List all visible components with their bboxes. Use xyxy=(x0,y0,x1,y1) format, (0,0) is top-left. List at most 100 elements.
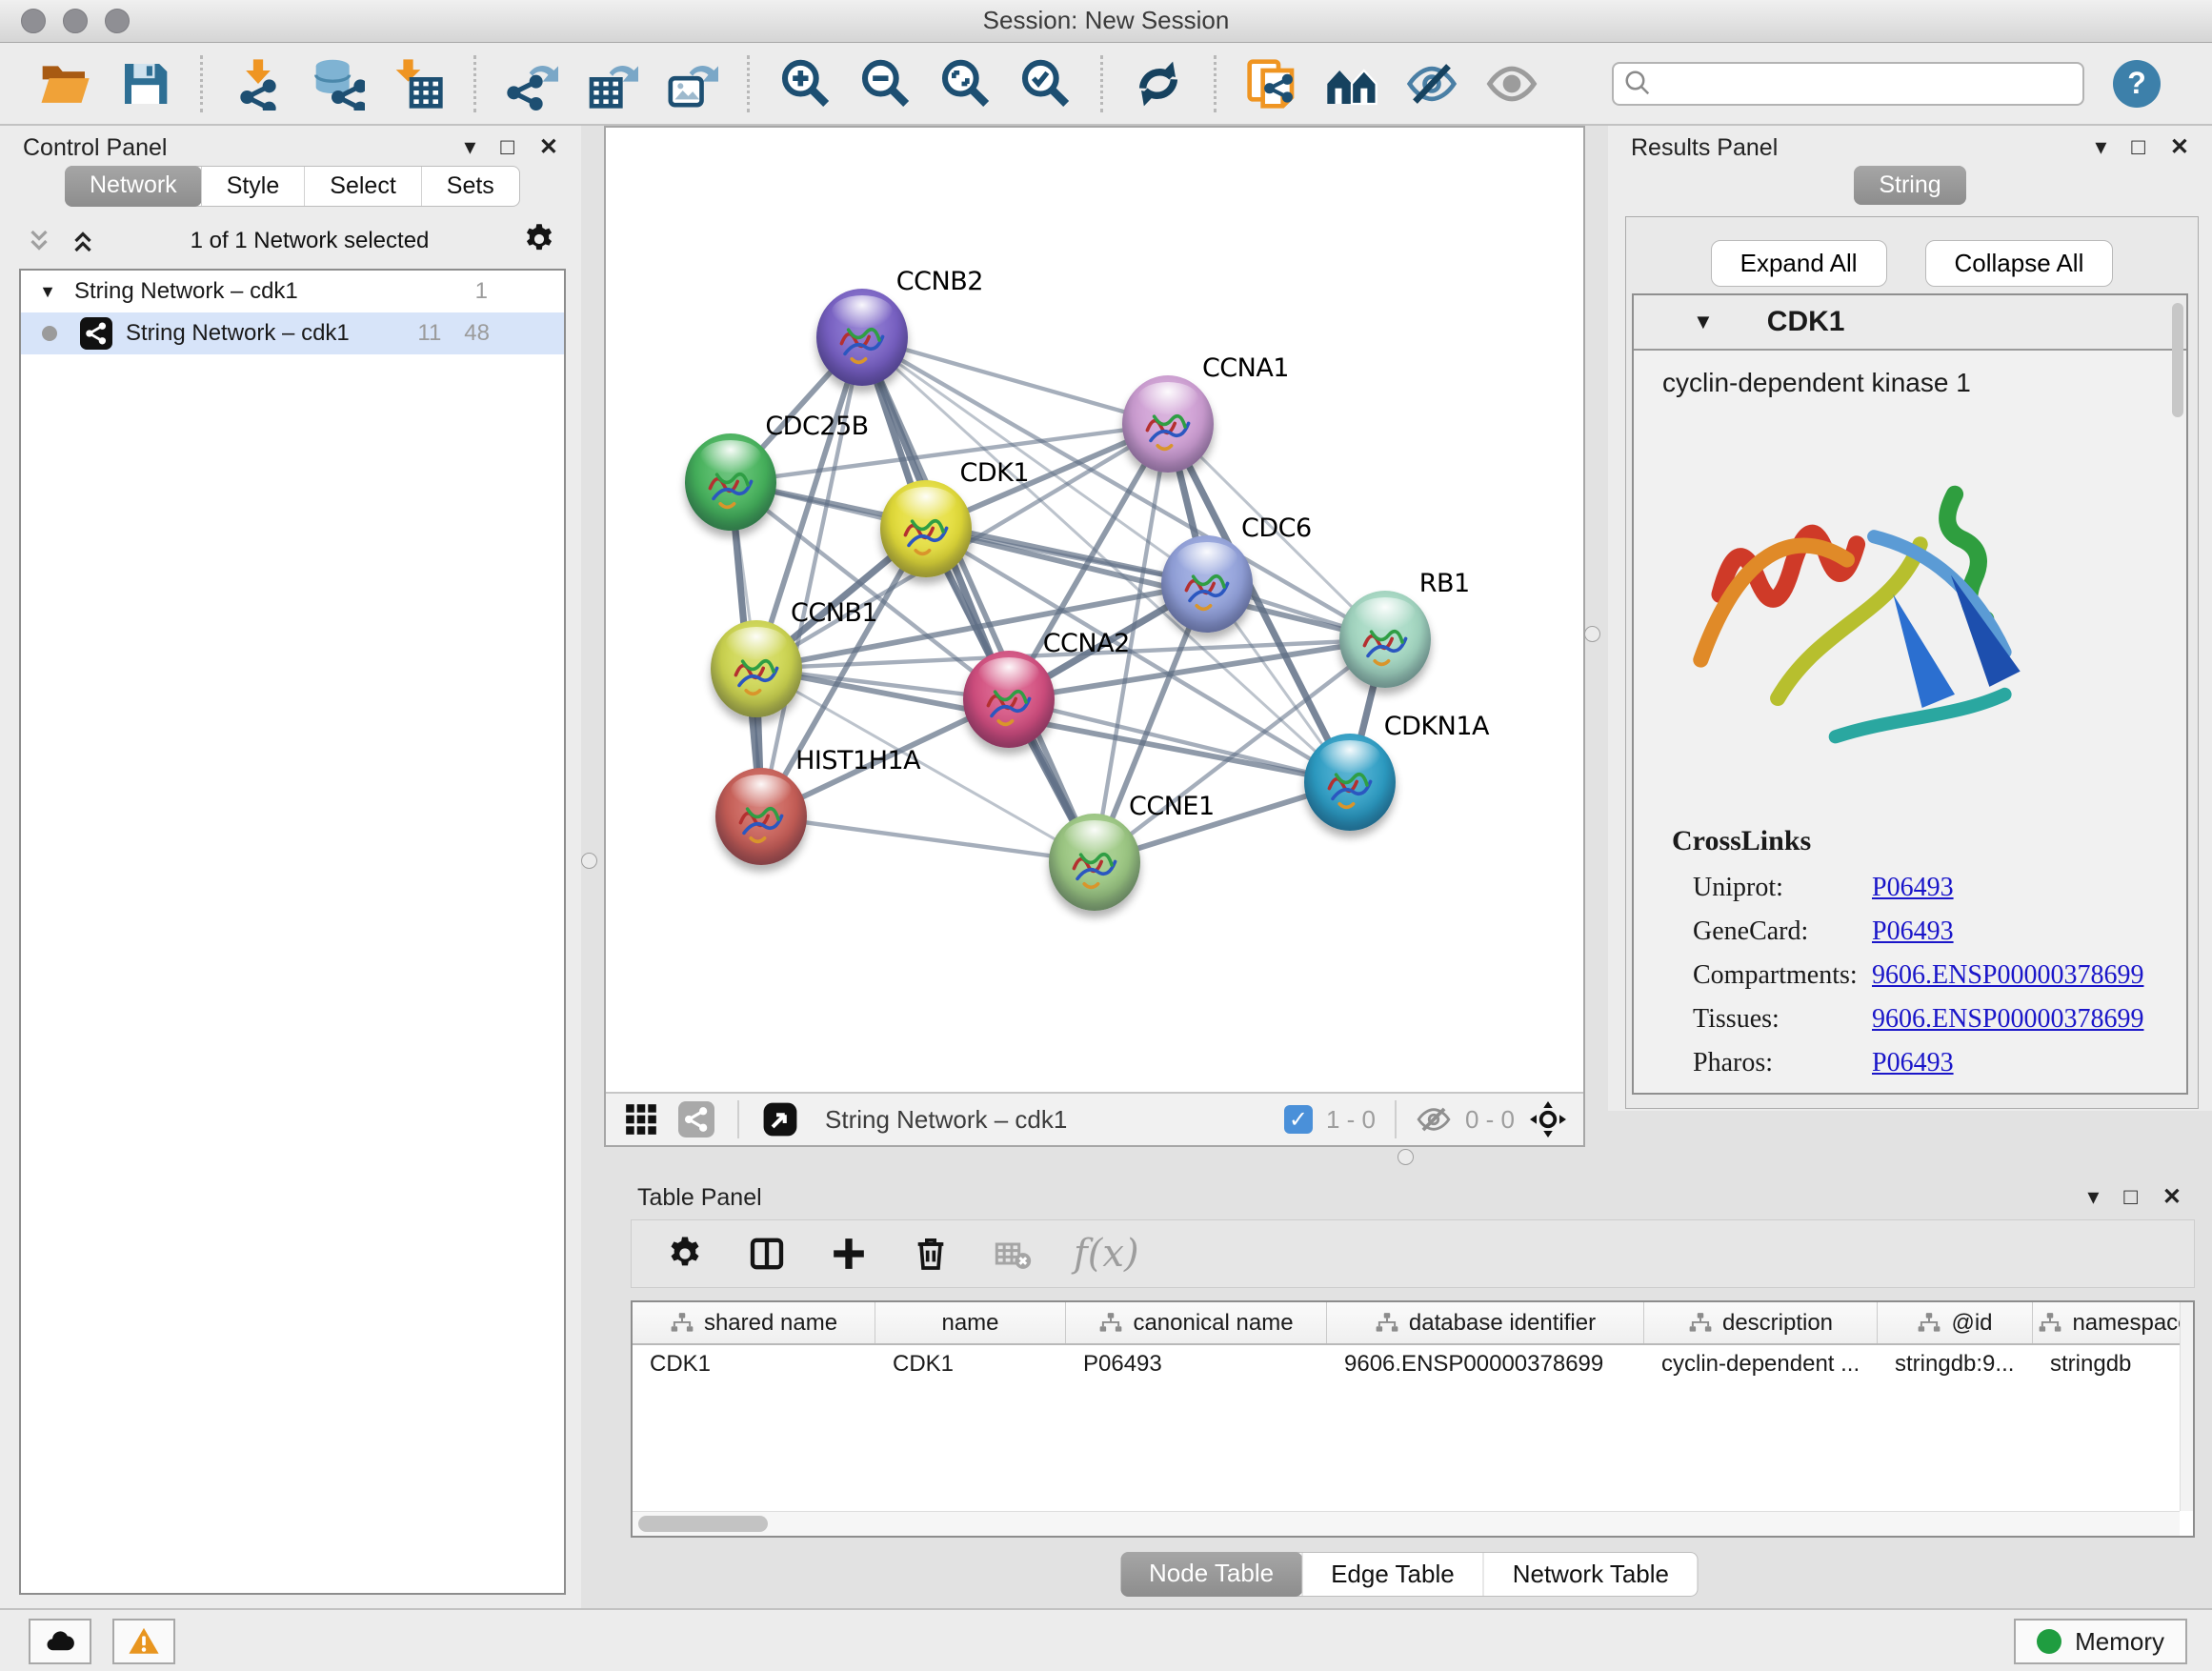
table-options-gear-icon[interactable] xyxy=(664,1233,706,1275)
export-table-icon[interactable] xyxy=(584,56,639,111)
duplicate-network-icon[interactable] xyxy=(1244,56,1299,111)
show-columns-icon[interactable] xyxy=(746,1233,788,1275)
column-header-canonical-name[interactable]: canonical name xyxy=(1066,1302,1327,1343)
table-panel-float-button[interactable]: ▾ xyxy=(2087,1186,2099,1209)
main-toolbar: ? xyxy=(0,43,2212,126)
table-horizontal-scrollbar[interactable] xyxy=(633,1511,2180,1536)
network-node-CCNB1[interactable] xyxy=(711,620,802,717)
collection-expander-icon[interactable]: ▼ xyxy=(21,282,74,302)
crosslink-link[interactable]: P06493 xyxy=(1872,916,1954,955)
network-node-CDC25B[interactable] xyxy=(685,433,776,531)
column-header-namespace[interactable]: namespace xyxy=(2033,1302,2195,1343)
tab-string[interactable]: String xyxy=(1854,166,1965,205)
detach-view-icon[interactable] xyxy=(760,1099,800,1139)
network-node-RB1[interactable] xyxy=(1339,591,1431,688)
collapse-all-networks-icon[interactable] xyxy=(25,227,53,255)
splitter-handle[interactable] xyxy=(581,853,597,869)
network-row-selected[interactable]: String Network – cdk1 11 48 xyxy=(21,312,564,354)
table-cell: 9606.ENSP00000378699 xyxy=(1327,1345,1644,1383)
table-panel-maximize-button[interactable]: □ xyxy=(2123,1186,2138,1209)
search-icon xyxy=(1623,69,1652,97)
tab-network-table[interactable]: Network Table xyxy=(1483,1553,1698,1596)
save-icon[interactable] xyxy=(117,56,172,111)
results-panel-maximize-button[interactable]: □ xyxy=(2131,136,2145,159)
zoom-in-icon[interactable] xyxy=(777,56,833,111)
zoom-selected-icon[interactable] xyxy=(1017,56,1073,111)
entry-expander-icon[interactable]: ▼ xyxy=(1693,310,1714,334)
collapse-all-button[interactable]: Collapse All xyxy=(1925,240,2114,287)
results-panel: Results Panel ▾ □ ✕ String Expand All Co… xyxy=(1608,126,2212,1111)
tab-network[interactable]: Network xyxy=(65,166,202,207)
import-table-icon[interactable] xyxy=(391,56,446,111)
search-input[interactable] xyxy=(1612,62,2084,106)
network-node-CCNA2[interactable] xyxy=(963,651,1055,748)
table-panel-close-button[interactable]: ✕ xyxy=(2162,1186,2182,1209)
column-header-shared-name[interactable]: shared name xyxy=(633,1302,875,1343)
zoom-fit-icon[interactable] xyxy=(937,56,993,111)
crosslink-link[interactable]: P06493 xyxy=(1872,873,1954,911)
tab-node-table[interactable]: Node Table xyxy=(1120,1552,1302,1597)
tab-sets[interactable]: Sets xyxy=(421,167,519,206)
export-image-icon[interactable] xyxy=(664,56,719,111)
show-all-icon[interactable] xyxy=(1484,56,1539,111)
table-header-row: shared namenamecanonical namedatabase id… xyxy=(633,1302,2193,1345)
delete-column-icon[interactable] xyxy=(910,1233,952,1275)
apply-layout-icon[interactable] xyxy=(1131,56,1186,111)
results-panel-float-button[interactable]: ▾ xyxy=(2095,136,2106,159)
crosslink-link[interactable]: 9606.ENSP00000378699 xyxy=(1872,960,2143,998)
add-column-icon[interactable] xyxy=(828,1233,870,1275)
hide-selected-icon[interactable] xyxy=(1404,56,1459,111)
network-collection-row[interactable]: ▼ String Network – cdk1 1 xyxy=(21,271,564,312)
import-database-icon[interactable] xyxy=(311,56,366,111)
network-node-CDC6[interactable] xyxy=(1161,535,1253,633)
control-panel-close-button[interactable]: ✕ xyxy=(539,136,558,159)
open-file-icon[interactable] xyxy=(37,56,92,111)
tab-select[interactable]: Select xyxy=(304,167,420,206)
crosslink-link[interactable]: P06493 xyxy=(1872,1048,1954,1086)
network-options-gear-icon[interactable] xyxy=(522,222,556,261)
network-node-CDK1[interactable] xyxy=(880,480,972,577)
import-network-icon[interactable] xyxy=(231,56,286,111)
workspace: Control Panel ▾ □ ✕ NetworkStyleSelectSe… xyxy=(0,126,2212,1608)
network-node-CCNA1[interactable] xyxy=(1122,375,1214,473)
network-node-HIST1H1A[interactable] xyxy=(715,768,807,865)
network-node-CCNE1[interactable] xyxy=(1049,814,1140,911)
node-details-header[interactable]: ▼ CDK1 xyxy=(1634,295,2186,351)
column-header-database-identifier[interactable]: database identifier xyxy=(1327,1302,1644,1343)
crosslink-link[interactable]: 9606.ENSP00000378699 xyxy=(1872,1004,2143,1042)
column-header-description[interactable]: description xyxy=(1644,1302,1878,1343)
network-edges[interactable] xyxy=(606,128,1583,1094)
birds-eye-view-icon[interactable] xyxy=(1528,1099,1568,1139)
splitter-handle[interactable] xyxy=(1398,1149,1414,1165)
network-node-CCNB2[interactable] xyxy=(816,289,908,386)
table-hscroll-thumb[interactable] xyxy=(638,1516,768,1532)
cloud-status-button[interactable] xyxy=(29,1619,91,1664)
column-header-name[interactable]: name xyxy=(875,1302,1066,1343)
export-network-icon[interactable] xyxy=(504,56,559,111)
results-panel-close-button[interactable]: ✕ xyxy=(2170,136,2189,159)
results-scrollbar-thumb[interactable] xyxy=(2172,303,2183,417)
table-vertical-scrollbar[interactable] xyxy=(2180,1302,2193,1511)
tab-edge-table[interactable]: Edge Table xyxy=(1301,1553,1483,1596)
help-button[interactable]: ? xyxy=(2113,60,2161,108)
tab-style[interactable]: Style xyxy=(201,167,305,206)
splitter-handle[interactable] xyxy=(1584,626,1600,642)
expand-all-networks-icon[interactable] xyxy=(69,227,97,255)
delete-table-icon[interactable] xyxy=(992,1233,1034,1275)
first-neighbors-icon[interactable] xyxy=(1324,56,1379,111)
network-node-CDKN1A[interactable] xyxy=(1304,734,1396,831)
function-builder-icon[interactable]: f(x) xyxy=(1074,1232,1139,1276)
network-view-title: String Network – cdk1 xyxy=(825,1105,1067,1135)
selected-indicator-checkbox[interactable]: ✓ xyxy=(1284,1105,1313,1134)
control-panel-float-button[interactable]: ▾ xyxy=(464,136,475,159)
expand-all-button[interactable]: Expand All xyxy=(1711,240,1887,287)
network-view-mode-icon[interactable] xyxy=(676,1099,716,1139)
network-canvas[interactable]: CCNB2 CCNA1 CDC25B CDK1 CDC6 RB1 CCNB1 C… xyxy=(606,128,1583,1094)
grid-view-icon[interactable] xyxy=(621,1099,661,1139)
column-header-id[interactable]: @id xyxy=(1878,1302,2033,1343)
table-row[interactable]: CDK1CDK1P064939606.ENSP00000378699cyclin… xyxy=(633,1345,2193,1383)
zoom-out-icon[interactable] xyxy=(857,56,913,111)
warnings-button[interactable] xyxy=(112,1619,175,1664)
memory-button[interactable]: Memory xyxy=(2014,1619,2187,1664)
control-panel-maximize-button[interactable]: □ xyxy=(500,136,514,159)
